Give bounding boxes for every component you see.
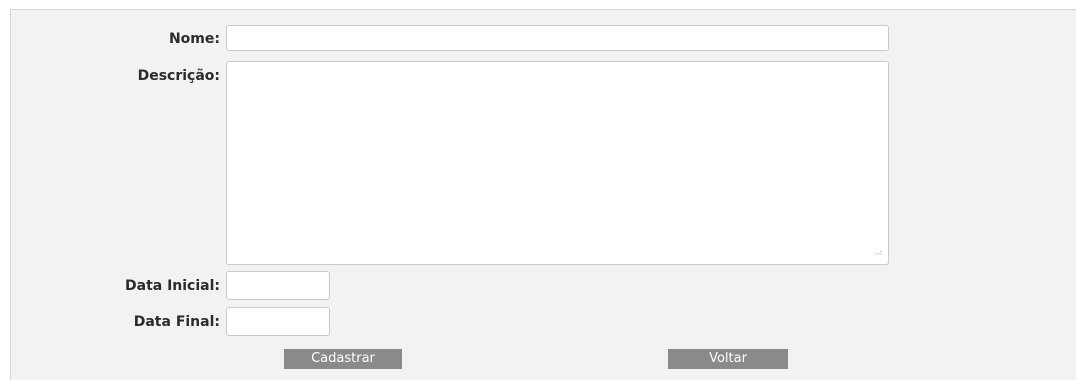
nome-label: Nome: [168,31,220,47]
descricao-textarea[interactable] [226,61,889,265]
data-final-input[interactable] [226,307,330,336]
descricao-label: Descrição: [137,68,220,84]
resize-grip-icon[interactable]: ⠠⠴ [872,249,1070,376]
voltar-button[interactable]: Voltar [668,349,788,369]
data-final-label: Data Final: [133,314,220,330]
data-inicial-label: Data Inicial: [125,278,220,294]
nome-input[interactable] [226,25,889,51]
cadastrar-button[interactable]: Cadastrar [284,349,402,369]
data-inicial-input[interactable] [226,271,330,300]
